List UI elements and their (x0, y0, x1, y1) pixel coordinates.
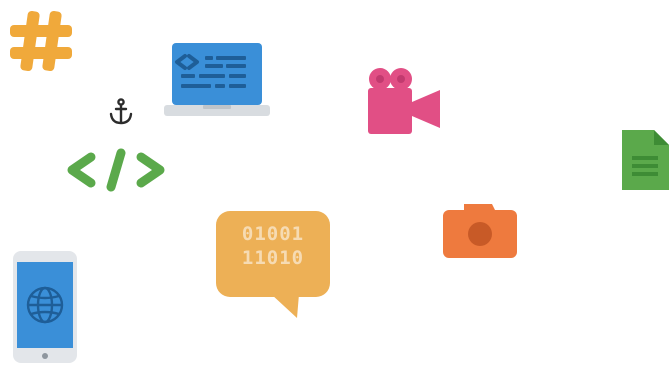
anchor-icon (108, 98, 134, 126)
hashtag-icon (8, 8, 74, 74)
document-icon (620, 128, 669, 192)
video-camera-icon (364, 64, 444, 136)
binary-line-1: 01001 (241, 223, 305, 245)
code-tag-icon (64, 148, 168, 192)
laptop-code-icon (163, 42, 271, 118)
smartphone-globe-icon (12, 250, 78, 364)
camera-icon (442, 200, 518, 260)
binary-line-2: 11010 (241, 247, 305, 269)
binary-chat-bubble-icon: 01001 11010 (215, 210, 331, 320)
